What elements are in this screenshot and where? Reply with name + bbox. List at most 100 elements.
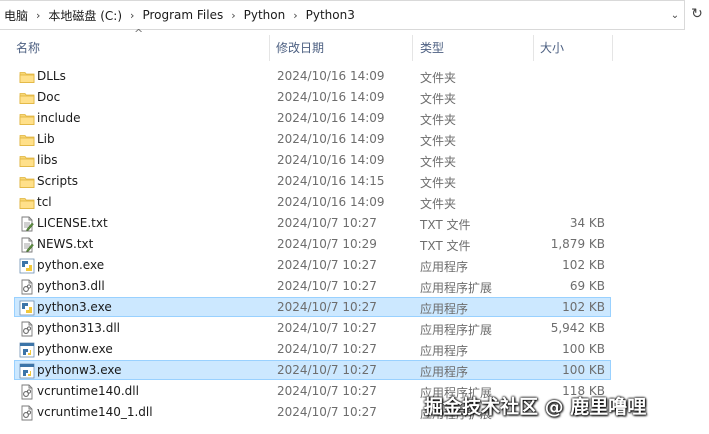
file-type: 应用程序	[420, 302, 469, 316]
file-row[interactable]: pythonw3.exe 2024/10/7 10:27 应用程序 100 KB	[14, 360, 611, 380]
file-name: vcruntime140_1.dll	[37, 405, 153, 419]
watermark: 掘金技术社区 @ 鹿里噜哩	[424, 396, 647, 418]
folder-icon	[19, 90, 35, 106]
file-type: 文件夹	[420, 197, 457, 211]
file-name: include	[37, 111, 81, 125]
file-row[interactable]: python.exe 2024/10/7 10:27 应用程序 102 KB	[14, 255, 611, 275]
file-row[interactable]: Scripts 2024/10/16 14:15 文件夹	[14, 171, 611, 191]
column-header-date[interactable]: 修改日期	[276, 39, 324, 56]
breadcrumb-python3[interactable]: Python3	[302, 1, 359, 29]
address-bar[interactable]: 电脑 › 本地磁盘 (C:) › Program Files › Python …	[0, 0, 685, 30]
file-name: Lib	[37, 132, 55, 146]
file-name: NEWS.txt	[37, 237, 94, 251]
file-type: 文件夹	[420, 176, 457, 190]
breadcrumb-separator-icon[interactable]: ›	[32, 9, 44, 22]
text-file-icon	[19, 237, 35, 253]
pythonw-exe-icon	[19, 342, 35, 358]
file-modified-date: 2024/10/7 10:27	[277, 363, 377, 377]
file-size: 1,879 KB	[550, 237, 605, 251]
file-name: python313.dll	[37, 321, 120, 335]
column-header-type[interactable]: 类型	[420, 39, 444, 56]
file-name: pythonw.exe	[37, 342, 113, 356]
file-modified-date: 2024/10/7 10:29	[277, 237, 377, 251]
file-size: 102 KB	[562, 300, 605, 314]
file-row[interactable]: python3.exe 2024/10/7 10:27 应用程序 102 KB	[14, 297, 611, 317]
file-row[interactable]: DLLs 2024/10/16 14:09 文件夹	[14, 66, 611, 86]
file-modified-date: 2024/10/7 10:27	[277, 342, 377, 356]
pythonw-exe-icon	[19, 363, 35, 379]
file-name: LICENSE.txt	[37, 216, 108, 230]
folder-icon	[19, 69, 35, 85]
file-size: 102 KB	[562, 258, 605, 272]
dll-icon	[19, 384, 35, 400]
file-type: TXT 文件	[420, 218, 471, 232]
file-row[interactable]: python313.dll 2024/10/7 10:27 应用程序扩展 5,942 …	[14, 318, 611, 338]
breadcrumb-python[interactable]: Python	[240, 1, 290, 29]
file-name: Doc	[37, 90, 61, 104]
file-modified-date: 2024/10/7 10:27	[277, 300, 377, 314]
file-type: 文件夹	[420, 71, 457, 85]
file-modified-date: 2024/10/7 10:27	[277, 321, 377, 335]
file-row[interactable]: NEWS.txt 2024/10/7 10:29 TXT 文件 1,879 KB	[14, 234, 611, 254]
column-divider[interactable]	[533, 35, 534, 61]
column-divider[interactable]	[612, 35, 613, 61]
column-header-name[interactable]: 名称	[16, 39, 40, 56]
file-row[interactable]: tcl 2024/10/16 14:09 文件夹	[14, 192, 611, 212]
file-modified-date: 2024/10/16 14:09	[277, 111, 385, 125]
file-name: libs	[37, 153, 58, 167]
file-row[interactable]: python3.dll 2024/10/7 10:27 应用程序扩展 69 KB	[14, 276, 611, 296]
file-size: 69 KB	[569, 279, 605, 293]
column-divider[interactable]	[269, 35, 270, 61]
python-exe-icon	[19, 258, 35, 274]
text-file-icon	[19, 216, 35, 232]
file-row[interactable]: pythonw.exe 2024/10/7 10:27 应用程序 100 KB	[14, 339, 611, 359]
file-type: 应用程序扩展	[420, 281, 493, 295]
file-row[interactable]: libs 2024/10/16 14:09 文件夹	[14, 150, 611, 170]
column-header-row: ^ 名称 修改日期 类型 大小	[0, 27, 709, 63]
breadcrumb-separator-icon[interactable]: ›	[227, 9, 239, 22]
file-row[interactable]: Doc 2024/10/16 14:09 文件夹	[14, 87, 611, 107]
breadcrumb-separator-icon[interactable]: ›	[289, 9, 301, 22]
dll-icon	[19, 279, 35, 295]
file-name: python3.exe	[37, 300, 112, 314]
file-row[interactable]: Lib 2024/10/16 14:09 文件夹	[14, 129, 611, 149]
breadcrumb-drive-c[interactable]: 本地磁盘 (C:)	[44, 1, 126, 29]
file-modified-date: 2024/10/7 10:27	[277, 384, 377, 398]
file-size: 100 KB	[562, 342, 605, 356]
file-name: Scripts	[37, 174, 79, 188]
file-modified-date: 2024/10/16 14:09	[277, 153, 385, 167]
file-modified-date: 2024/10/16 14:09	[277, 90, 385, 104]
file-type: 应用程序	[420, 344, 469, 358]
folder-icon	[19, 195, 35, 211]
column-divider[interactable]	[412, 35, 413, 61]
breadcrumb-computer[interactable]: 电脑	[0, 1, 32, 29]
breadcrumb-program-files[interactable]: Program Files	[138, 1, 227, 29]
file-modified-date: 2024/10/7 10:27	[277, 258, 377, 272]
file-type: 应用程序	[420, 260, 469, 274]
file-modified-date: 2024/10/7 10:27	[277, 405, 377, 419]
file-row[interactable]: include 2024/10/16 14:09 文件夹	[14, 108, 611, 128]
file-size: 34 KB	[569, 216, 605, 230]
address-dropdown-chevron-icon[interactable]: ⌄	[666, 10, 684, 21]
file-modified-date: 2024/10/16 14:15	[277, 174, 385, 188]
file-modified-date: 2024/10/16 14:09	[277, 195, 385, 209]
file-type: 应用程序	[420, 365, 469, 379]
file-modified-date: 2024/10/16 14:09	[277, 69, 385, 83]
column-header-size[interactable]: 大小	[540, 39, 564, 56]
file-type: TXT 文件	[420, 239, 471, 253]
refresh-icon[interactable]: ↻	[688, 6, 706, 24]
file-name: DLLs	[37, 69, 66, 83]
file-row[interactable]: LICENSE.txt 2024/10/7 10:27 TXT 文件 34 KB	[14, 213, 611, 233]
file-modified-date: 2024/10/7 10:27	[277, 216, 377, 230]
file-modified-date: 2024/10/7 10:27	[277, 279, 377, 293]
file-name: python3.dll	[37, 279, 105, 293]
python-exe-icon	[19, 300, 35, 316]
dll-icon	[19, 321, 35, 337]
file-size: 5,942 KB	[550, 321, 605, 335]
breadcrumb-separator-icon[interactable]: ›	[126, 9, 138, 22]
folder-icon	[19, 174, 35, 190]
file-type: 文件夹	[420, 134, 457, 148]
file-name: tcl	[37, 195, 52, 209]
file-type: 应用程序扩展	[420, 323, 493, 337]
sort-ascending-icon: ^	[134, 27, 144, 40]
